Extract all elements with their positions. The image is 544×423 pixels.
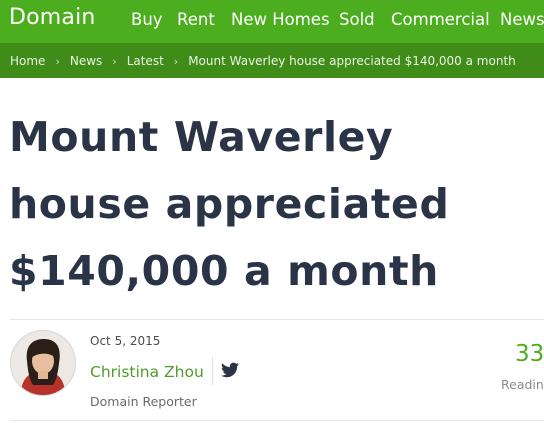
- stat-label: Reading: [501, 377, 544, 392]
- author-role: Domain Reporter: [90, 394, 197, 409]
- nav-commercial[interactable]: Commercial: [391, 10, 490, 29]
- chevron-right-icon: ›: [55, 55, 60, 68]
- nav-rent[interactable]: Rent: [177, 10, 215, 29]
- publish-date: Oct 5, 2015: [90, 334, 161, 348]
- divider: [10, 420, 544, 421]
- top-navigation-bar: Domain Buy Rent New Homes Sold Commercia…: [0, 0, 544, 43]
- nav-news[interactable]: News: [500, 10, 544, 29]
- stat-number: 33: [515, 341, 544, 367]
- author-avatar[interactable]: [10, 330, 76, 396]
- nav-new-homes[interactable]: New Homes: [231, 10, 330, 29]
- author-photo: [11, 331, 75, 395]
- article-title: Mount Waverley house appreciated $140,00…: [9, 113, 450, 295]
- domain-logo[interactable]: Domain: [9, 5, 96, 30]
- chevron-right-icon: ›: [173, 55, 179, 68]
- chevron-right-icon: ›: [112, 55, 117, 68]
- breadcrumb-bar: Home › News › Latest › Mount Waverley house ap…: [0, 43, 544, 78]
- breadcrumb-home[interactable]: Home: [10, 54, 45, 68]
- twitter-icon[interactable]: [221, 362, 239, 378]
- author-name[interactable]: Christina Zhou: [90, 363, 204, 381]
- nav-sold[interactable]: Sold: [339, 10, 375, 29]
- divider: [212, 357, 213, 385]
- nav-buy[interactable]: Buy: [131, 10, 163, 29]
- breadcrumb-latest[interactable]: Latest: [127, 54, 164, 68]
- breadcrumb-current: Mount Waverley house appreciated $140,00…: [188, 54, 516, 68]
- breadcrumb-news[interactable]: News: [70, 54, 102, 68]
- divider: [10, 319, 544, 320]
- breadcrumb: Home › News › Latest › Mount Waverley house ap…: [10, 54, 516, 68]
